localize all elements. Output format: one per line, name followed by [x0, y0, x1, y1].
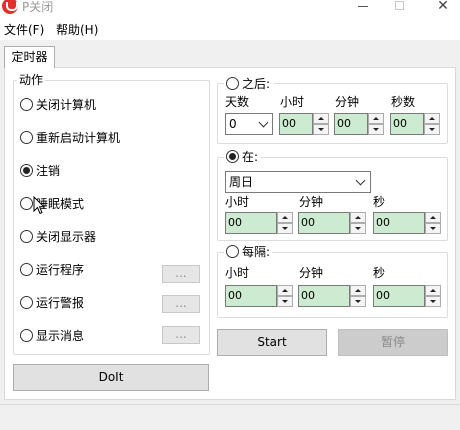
- increment-icon[interactable]: [425, 285, 441, 296]
- every-hours-input[interactable]: 00: [225, 285, 277, 307]
- seconds-label: 秒数: [391, 95, 416, 109]
- decrement-icon[interactable]: [277, 223, 293, 234]
- at-seconds-input[interactable]: 00: [373, 212, 425, 234]
- every-hours-label: 小时: [225, 266, 250, 280]
- after-minutes-input[interactable]: 00: [334, 113, 368, 135]
- start-button[interactable]: Start: [217, 329, 327, 356]
- browse-message-button[interactable]: ...: [162, 326, 200, 344]
- every-seconds-spinner[interactable]: [425, 285, 441, 307]
- radio-logoff-label: 注销: [36, 164, 61, 178]
- increment-icon[interactable]: [350, 285, 366, 296]
- at-radio-label: 在:: [242, 150, 259, 164]
- days-select-value: 0: [229, 117, 237, 131]
- minimize-button[interactable]: [356, 0, 370, 14]
- every-minutes-label: 分钟: [299, 266, 324, 280]
- doit-button[interactable]: DoIt: [13, 364, 209, 391]
- radio-button[interactable]: [20, 263, 33, 276]
- at-seconds-label: 秒: [373, 195, 386, 209]
- days-label: 天数: [225, 95, 250, 109]
- at-radio[interactable]: 在:: [224, 150, 260, 166]
- after-radio-label: 之后:: [242, 77, 271, 91]
- after-seconds-input[interactable]: 00: [390, 113, 424, 135]
- increment-icon[interactable]: [368, 113, 384, 124]
- menu-bar: 文件(F) 帮助(H): [0, 17, 460, 40]
- window-title: P关闭: [22, 0, 54, 14]
- chevron-down-icon: [258, 117, 269, 128]
- browse-program-button[interactable]: ...: [162, 265, 200, 283]
- radio-button[interactable]: [226, 245, 239, 258]
- close-icon: ✕: [437, 0, 449, 14]
- radio-shutdown-label: 关闭计算机: [36, 98, 97, 112]
- radio-button-checked[interactable]: [20, 164, 33, 177]
- radio-monitor-off-label: 关闭显示器: [36, 230, 97, 244]
- at-hours-spinner[interactable]: [277, 212, 293, 234]
- menu-file[interactable]: 文件(F): [4, 21, 44, 38]
- radio-button[interactable]: [20, 296, 33, 309]
- at-minutes-input[interactable]: 00: [298, 212, 350, 234]
- at-seconds-spinner[interactable]: [425, 212, 441, 234]
- at-minutes-spinner[interactable]: [350, 212, 366, 234]
- day-of-week-select[interactable]: 周日: [225, 171, 371, 193]
- increment-icon[interactable]: [313, 113, 329, 124]
- mouse-cursor-icon: [33, 196, 45, 215]
- at-hours-input[interactable]: 00: [225, 212, 277, 234]
- minutes-label: 分钟: [335, 95, 360, 109]
- every-seconds-label: 秒: [373, 266, 386, 280]
- tab-timer[interactable]: 定时器: [4, 46, 55, 68]
- action-group: [13, 80, 210, 355]
- increment-icon[interactable]: [277, 285, 293, 296]
- radio-button[interactable]: [20, 98, 33, 111]
- radio-button[interactable]: [20, 230, 33, 243]
- decrement-icon[interactable]: [368, 124, 384, 135]
- after-seconds-spinner[interactable]: [424, 113, 440, 135]
- increment-icon[interactable]: [277, 212, 293, 223]
- action-group-label: 动作: [17, 73, 46, 87]
- after-hours-input[interactable]: 00: [279, 113, 313, 135]
- every-hours-spinner[interactable]: [277, 285, 293, 307]
- minimize-icon: [358, 6, 368, 7]
- radio-button[interactable]: [20, 197, 33, 210]
- increment-icon[interactable]: [424, 113, 440, 124]
- chevron-down-icon: [355, 175, 366, 186]
- radio-button[interactable]: [20, 131, 33, 144]
- decrement-icon[interactable]: [313, 124, 329, 135]
- radio-button[interactable]: [20, 329, 33, 342]
- maximize-button[interactable]: [392, 0, 406, 14]
- browse-alarm-button[interactable]: ...: [162, 295, 200, 313]
- after-hours-spinner[interactable]: [313, 113, 329, 135]
- every-radio-label: 每隔:: [242, 245, 271, 259]
- decrement-icon[interactable]: [425, 296, 441, 307]
- at-minutes-label: 分钟: [299, 195, 324, 209]
- radio-show-message-label: 显示消息: [36, 329, 85, 343]
- every-radio[interactable]: 每隔:: [224, 245, 272, 261]
- radio-restart-label: 重新启动计算机: [36, 131, 121, 145]
- decrement-icon[interactable]: [277, 296, 293, 307]
- days-select[interactable]: 0: [225, 113, 273, 135]
- maximize-icon: [394, 1, 404, 10]
- increment-icon[interactable]: [425, 212, 441, 223]
- increment-icon[interactable]: [350, 212, 366, 223]
- app-power-icon: [2, 0, 18, 14]
- title-bar: P关闭 ✕: [0, 0, 460, 17]
- hours-label: 小时: [280, 95, 305, 109]
- decrement-icon[interactable]: [424, 124, 440, 135]
- every-minutes-input[interactable]: 00: [298, 285, 350, 307]
- radio-button[interactable]: [226, 77, 239, 90]
- menu-help[interactable]: 帮助(H): [56, 21, 98, 38]
- decrement-icon[interactable]: [350, 223, 366, 234]
- pause-button[interactable]: 暂停: [338, 329, 448, 356]
- at-hours-label: 小时: [225, 195, 250, 209]
- status-bar: [0, 404, 460, 430]
- close-button[interactable]: ✕: [436, 0, 450, 14]
- radio-button-checked[interactable]: [226, 150, 239, 163]
- after-minutes-spinner[interactable]: [368, 113, 384, 135]
- every-seconds-input[interactable]: 00: [373, 285, 425, 307]
- every-minutes-spinner[interactable]: [350, 285, 366, 307]
- radio-run-program-label: 运行程序: [36, 263, 85, 277]
- after-radio[interactable]: 之后:: [224, 77, 274, 93]
- decrement-icon[interactable]: [425, 223, 441, 234]
- day-of-week-value: 周日: [229, 175, 254, 189]
- radio-alarm-label: 运行警报: [36, 296, 85, 310]
- decrement-icon[interactable]: [350, 296, 366, 307]
